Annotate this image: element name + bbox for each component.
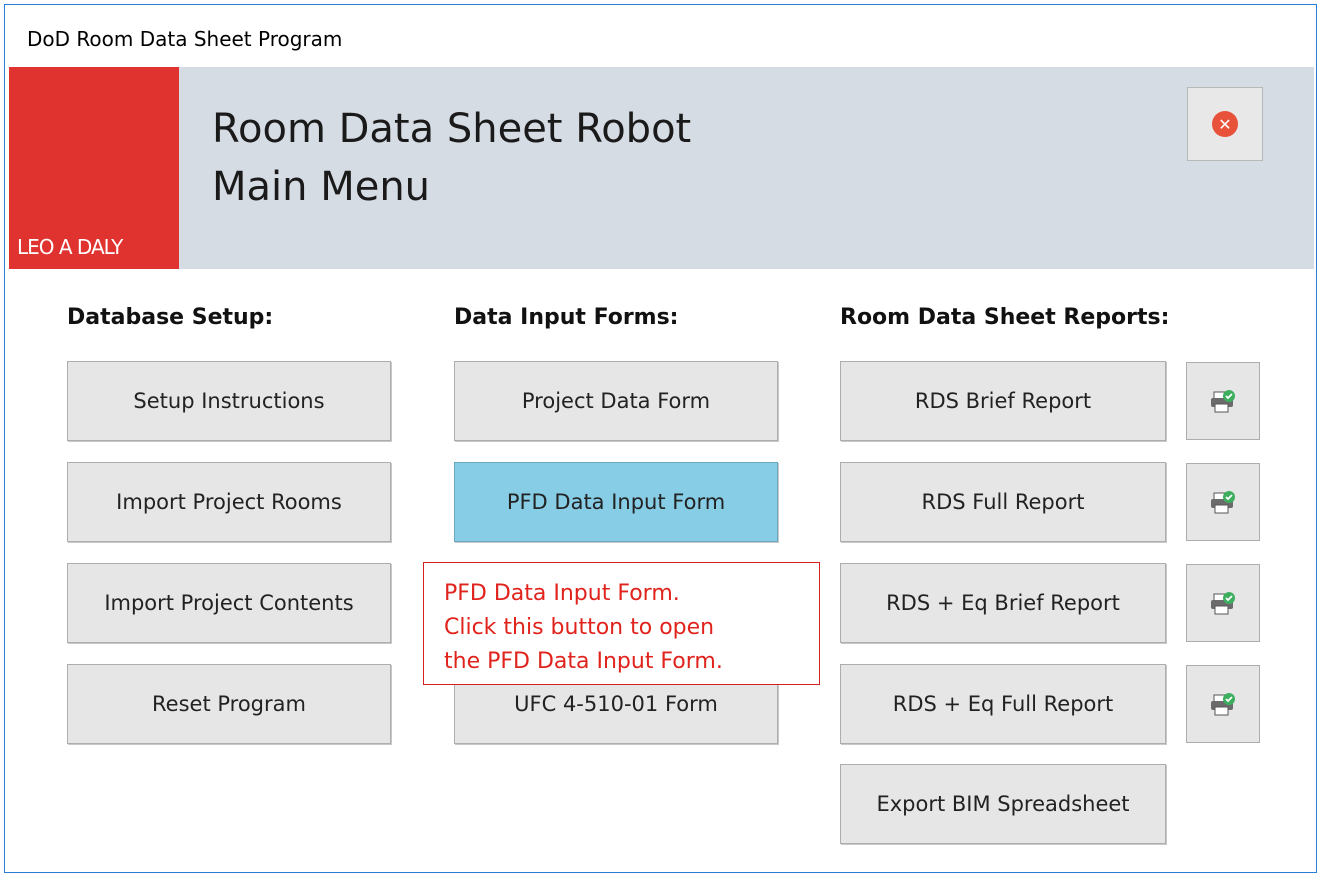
pfd-form-tooltip: PFD Data Input Form. Click this button t… [423, 562, 820, 685]
print-rds-eq-full-button[interactable] [1186, 665, 1260, 743]
data-input-forms-heading: Data Input Forms: [454, 305, 679, 330]
rds-full-report-button[interactable]: RDS Full Report [840, 462, 1166, 542]
reports-heading: Room Data Sheet Reports: [840, 305, 1170, 330]
company-logo: LEO A DALY [9, 67, 179, 269]
page-title-line2: Main Menu [212, 164, 431, 210]
main-menu-window: DoD Room Data Sheet Program LEO A DALY R… [4, 4, 1317, 873]
print-check-icon [1211, 390, 1235, 413]
rds-eq-full-report-button[interactable]: RDS + Eq Full Report [840, 664, 1166, 744]
header-banner: LEO A DALY Room Data Sheet Robot Main Me… [9, 67, 1314, 269]
tooltip-line-1: PFD Data Input Form. [444, 581, 680, 606]
print-check-icon [1211, 491, 1235, 514]
window-title: DoD Room Data Sheet Program [27, 27, 343, 51]
export-bim-spreadsheet-button[interactable]: Export BIM Spreadsheet [840, 764, 1166, 844]
close-button[interactable]: ✕ [1187, 87, 1263, 161]
rds-brief-report-button[interactable]: RDS Brief Report [840, 361, 1166, 441]
page-title: Room Data Sheet Robot Main Menu [212, 100, 691, 216]
print-rds-brief-button[interactable] [1186, 362, 1260, 440]
database-setup-heading: Database Setup: [67, 305, 274, 330]
title-bar[interactable]: DoD Room Data Sheet Program [5, 5, 1316, 69]
print-rds-eq-brief-button[interactable] [1186, 564, 1260, 642]
pfd-data-input-form-button[interactable]: PFD Data Input Form [454, 462, 778, 542]
tooltip-line-3: the PFD Data Input Form. [444, 649, 723, 674]
print-check-icon [1211, 693, 1235, 716]
print-rds-full-button[interactable] [1186, 463, 1260, 541]
setup-instructions-button[interactable]: Setup Instructions [67, 361, 391, 441]
rds-eq-brief-report-button[interactable]: RDS + Eq Brief Report [840, 563, 1166, 643]
logo-text: LEO A DALY [17, 235, 123, 259]
import-project-rooms-button[interactable]: Import Project Rooms [67, 462, 391, 542]
import-project-contents-button[interactable]: Import Project Contents [67, 563, 391, 643]
reset-program-button[interactable]: Reset Program [67, 664, 391, 744]
project-data-form-button[interactable]: Project Data Form [454, 361, 778, 441]
tooltip-line-2: Click this button to open [444, 615, 715, 640]
page-title-line1: Room Data Sheet Robot [212, 106, 692, 152]
close-circle-icon: ✕ [1212, 111, 1238, 137]
print-check-icon [1211, 592, 1235, 615]
